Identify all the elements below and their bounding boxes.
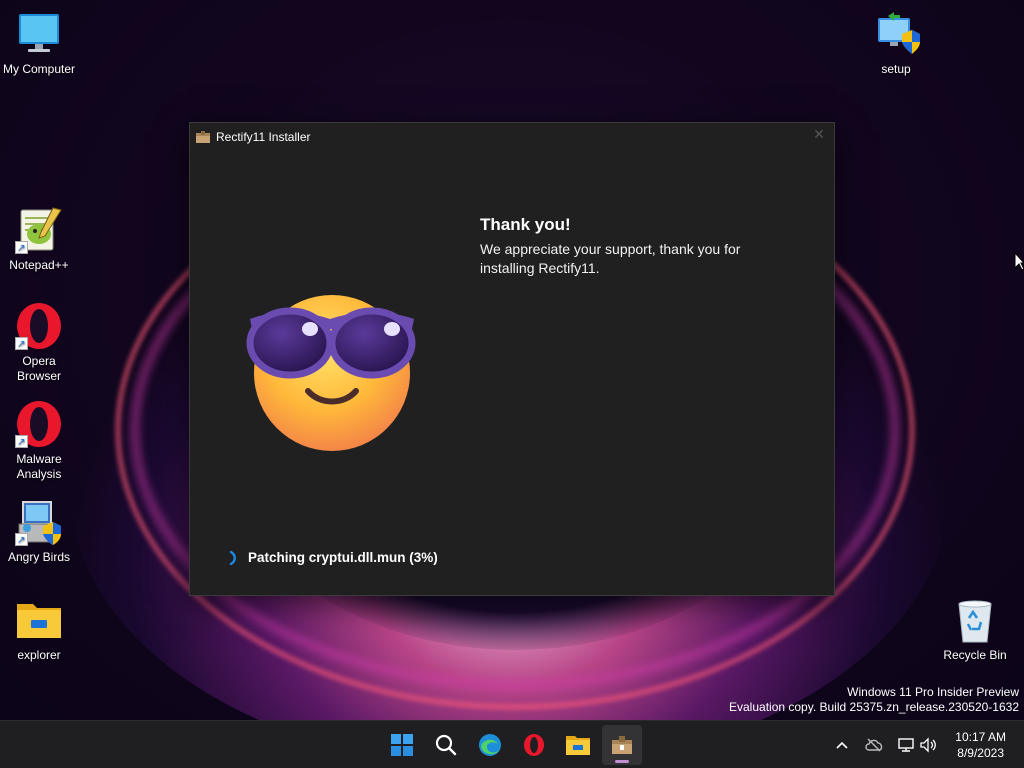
page-heading: Thank you!: [480, 215, 571, 234]
desktop-icon-explorer[interactable]: explorer: [1, 596, 77, 663]
setup-shield-icon: [872, 10, 920, 58]
search-icon: [435, 734, 457, 756]
mouse-cursor-icon: [1014, 252, 1024, 271]
desktop-icon-label: Notepad++: [9, 258, 69, 272]
speaker-icon: [920, 737, 936, 753]
desktop-icon-label: Malware Analysis: [16, 452, 62, 481]
desktop-icon-label: My Computer: [2, 62, 76, 76]
progress-status-text: Patching cryptui.dll.mun (3%): [248, 550, 438, 565]
installer-app-icon: [196, 130, 210, 143]
desktop-icon-angry-birds[interactable]: ↗ Angry Birds: [1, 498, 77, 565]
desktop-icon-label: Angry Birds: [7, 550, 71, 564]
shortcut-arrow-icon: ↗: [15, 241, 28, 254]
progress-status: Patching cryptui.dll.mun (3%): [228, 550, 438, 565]
notepad-plus-plus-icon: ↗: [15, 206, 63, 254]
edge-icon: [479, 734, 501, 756]
desktop-icon-opera-browser[interactable]: ↗ Opera Browser: [1, 302, 77, 384]
start-button[interactable]: [382, 725, 422, 765]
taskbar-clock[interactable]: 10:17 AM 8/9/2023: [955, 729, 1006, 761]
evaluation-watermark: Windows 11 Pro Insider Preview Evaluatio…: [729, 685, 1019, 715]
desktop-icon-label: Opera Browser: [16, 354, 61, 383]
window-title: Rectify11 Installer: [216, 129, 311, 144]
desktop-icon-notepad-plus-plus[interactable]: ↗ Notepad++: [1, 206, 77, 273]
spinner-icon: [229, 550, 236, 565]
taskbar-installer[interactable]: [602, 725, 642, 765]
desktop-icon-my-computer[interactable]: My Computer: [1, 10, 77, 77]
taskbar-file-explorer[interactable]: [558, 725, 598, 765]
cloud-offline-icon: [865, 738, 883, 752]
desktop-icon-setup[interactable]: setup: [858, 10, 934, 77]
close-icon[interactable]: ✕: [812, 128, 826, 142]
search-button[interactable]: [426, 725, 466, 765]
onedrive-status[interactable]: [864, 735, 884, 755]
taskbar-edge[interactable]: [470, 725, 510, 765]
taskbar: 10:17 AM 8/9/2023: [0, 720, 1024, 768]
opera-icon: [524, 734, 544, 756]
watermark-line-2: Evaluation copy. Build 25375.zn_release.…: [729, 700, 1019, 714]
desktop-icon-label: explorer: [17, 648, 61, 662]
clock-date: 8/9/2023: [957, 746, 1004, 760]
taskbar-opera[interactable]: [514, 725, 554, 765]
recycle-bin-icon: [951, 596, 999, 644]
desktop-icon-recycle-bin[interactable]: Recycle Bin: [937, 596, 1013, 663]
thank-you-message: We appreciate your support, thank you fo…: [480, 241, 741, 276]
monitor-icon: [15, 10, 63, 58]
desktop-icon-label: setup: [881, 62, 911, 76]
title-bar[interactable]: Rectify11 Installer ✕: [190, 123, 834, 150]
installer-window[interactable]: Rectify11 Installer ✕ Thank you! We appr…: [189, 122, 835, 596]
installer-icon: [612, 736, 632, 754]
clock-time: 10:17 AM: [955, 730, 1006, 744]
active-app-indicator: [615, 760, 629, 763]
volume-control[interactable]: [918, 735, 938, 755]
shortcut-arrow-icon: ↗: [15, 533, 28, 546]
opera-icon: ↗: [15, 400, 63, 448]
chevron-up-icon: [836, 741, 848, 749]
opera-icon: ↗: [15, 302, 63, 350]
network-status[interactable]: [896, 735, 916, 755]
start-icon: [391, 734, 413, 756]
shortcut-arrow-icon: ↗: [15, 435, 28, 448]
desktop-icon-label: Recycle Bin: [943, 648, 1007, 662]
installer-icon: ↗: [15, 498, 63, 546]
file-explorer-icon: [566, 736, 590, 755]
shortcut-arrow-icon: ↗: [15, 337, 28, 350]
sunglasses-emoji-icon: [246, 295, 416, 451]
desktop-icon-malware-analysis[interactable]: ↗ Malware Analysis: [1, 400, 77, 482]
folder-icon: [15, 596, 63, 644]
show-hidden-icons-button[interactable]: [832, 735, 852, 755]
network-icon: [898, 738, 914, 752]
watermark-line-1: Windows 11 Pro Insider Preview: [847, 685, 1019, 699]
